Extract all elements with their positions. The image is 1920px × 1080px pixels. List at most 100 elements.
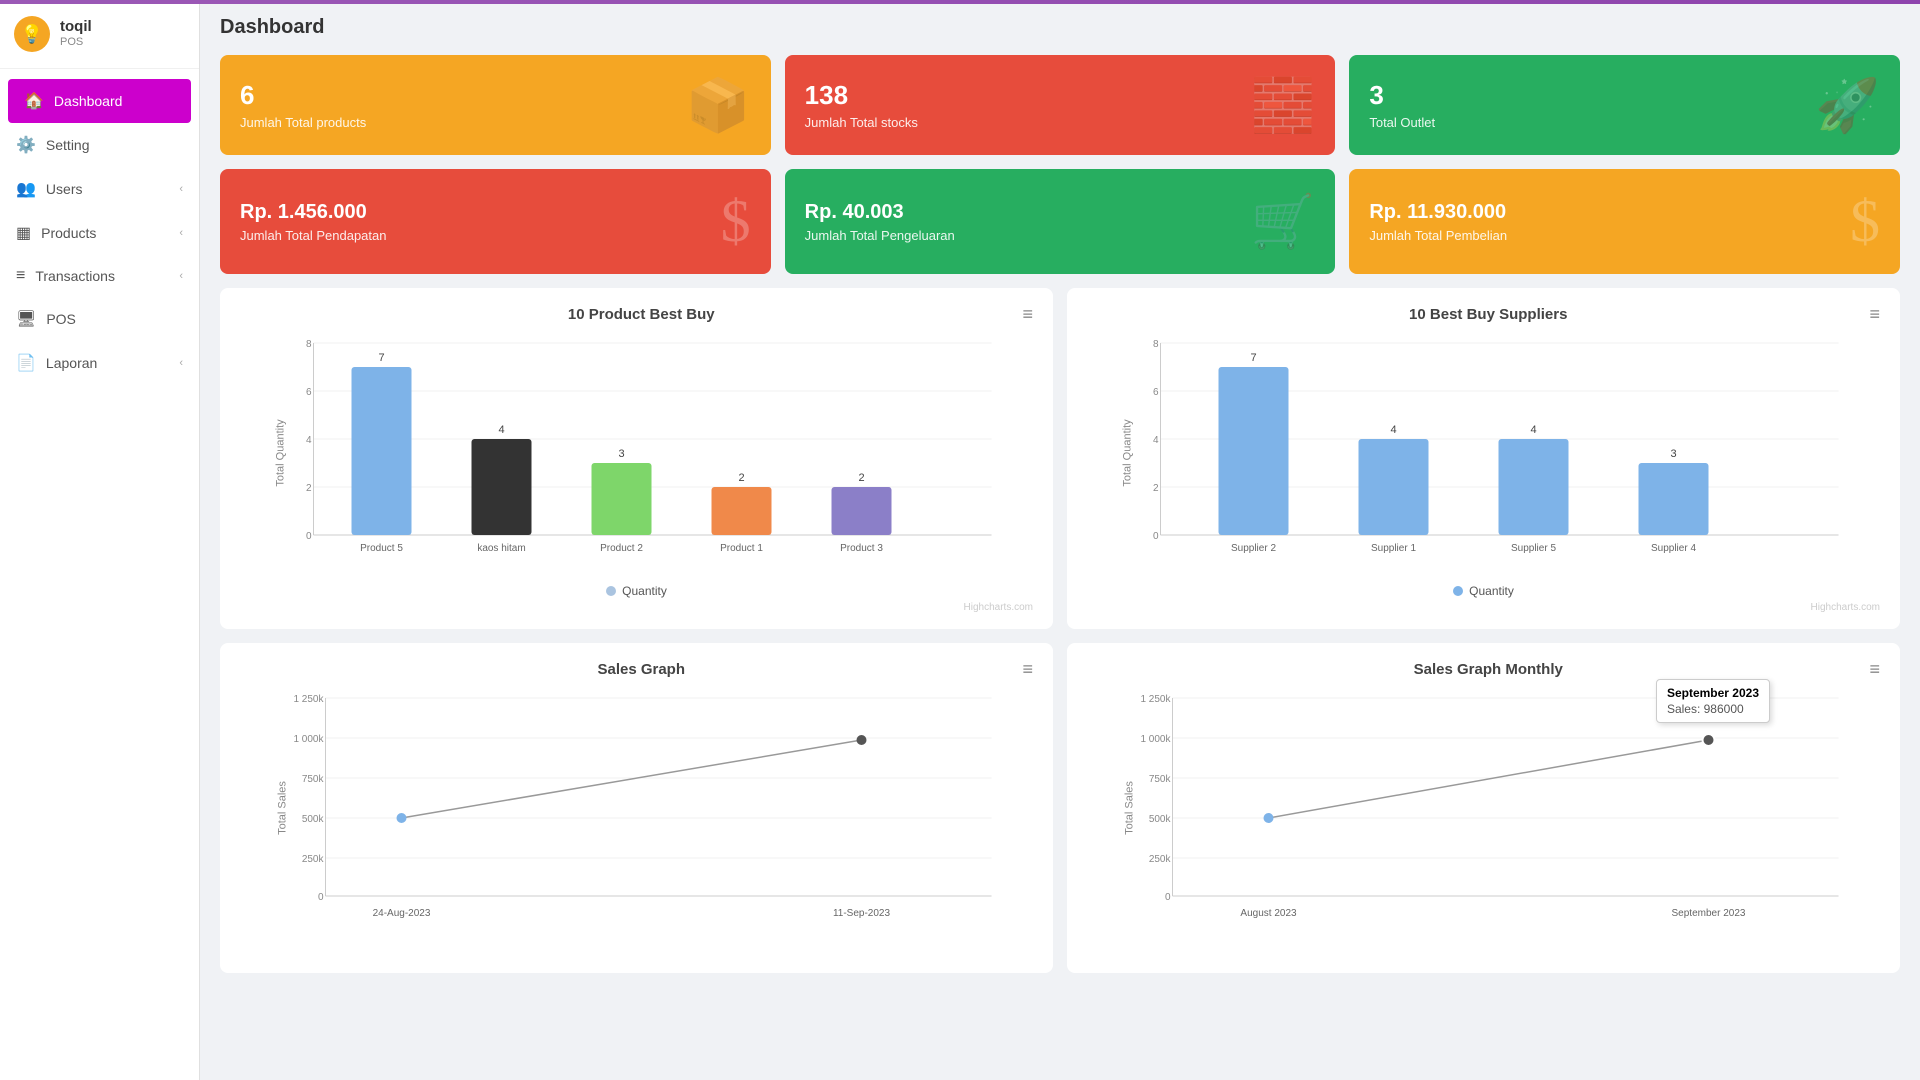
svg-text:Product 3: Product 3 (840, 543, 883, 554)
svg-text:4: 4 (1153, 435, 1159, 446)
chart-sales-monthly-svg: Total Sales 1 250k 1 000k 750k 500k 250k… (1087, 688, 1880, 928)
svg-text:Supplier 5: Supplier 5 (1511, 543, 1556, 554)
chart-sales-monthly-menu[interactable]: ≡ (1869, 659, 1880, 680)
svg-text:Total Sales: Total Sales (1124, 781, 1136, 835)
svg-text:2: 2 (858, 472, 864, 484)
svg-text:750k: 750k (1149, 774, 1172, 785)
svg-text:1 000k: 1 000k (293, 734, 324, 745)
dashboard-icon: 🏠 (24, 91, 44, 111)
card-total-pengeluaran: Rp. 40.003 Jumlah Total Pengeluaran 🛒 (785, 169, 1336, 274)
sidebar-item-transactions[interactable]: ≡ Transactions ‹ (0, 255, 199, 297)
sidebar-item-users-label: Users (46, 181, 83, 197)
svg-text:September 2023: September 2023 (1672, 908, 1746, 919)
svg-text:Product 5: Product 5 (360, 543, 403, 554)
svg-text:3: 3 (618, 448, 624, 460)
card-total-products-value: 6 (240, 80, 366, 111)
sidebar-item-transactions-label: Transactions (35, 268, 115, 284)
svg-text:0: 0 (318, 892, 324, 903)
app-name: toqil (60, 18, 92, 36)
transactions-chevron-icon: ‹ (179, 270, 183, 282)
card-total-pembelian-value: Rp. 11.930.000 (1369, 201, 1507, 224)
legend-dot-suppliers-quantity (1453, 586, 1463, 596)
chart-best-buy-menu[interactable]: ≡ (1022, 304, 1033, 325)
card-total-pembelian: Rp. 11.930.000 Jumlah Total Pembelian $ (1349, 169, 1900, 274)
sidebar-item-products[interactable]: ▦ Products ‹ (0, 211, 199, 255)
chart-best-buy-credit: Highcharts.com (240, 602, 1033, 613)
tooltip-value: Sales: 986000 (1667, 702, 1759, 716)
svg-text:3: 3 (1670, 448, 1676, 460)
laporan-chevron-icon: ‹ (179, 357, 183, 369)
card-total-stocks-value: 138 (805, 80, 918, 111)
sidebar-item-users[interactable]: 👥 Users ‹ (0, 167, 199, 211)
products-icon: ▦ (16, 223, 31, 243)
sidebar-item-pos-label: POS (46, 311, 76, 327)
users-chevron-icon: ‹ (179, 183, 183, 195)
svg-text:250k: 250k (302, 854, 325, 865)
svg-text:0: 0 (1165, 892, 1171, 903)
svg-text:2: 2 (306, 483, 312, 494)
svg-text:4: 4 (306, 435, 312, 446)
legend-quantity-label: Quantity (622, 584, 667, 598)
laporan-icon: 📄 (16, 353, 36, 373)
users-icon: 👥 (16, 179, 36, 199)
card-total-outlet-value: 3 (1369, 80, 1435, 111)
svg-text:Supplier 4: Supplier 4 (1651, 543, 1696, 554)
sidebar-item-laporan-label: Laporan (46, 355, 97, 371)
pos-icon: 🖥 (16, 309, 36, 329)
card-total-outlet-label: Total Outlet (1369, 115, 1435, 130)
logo-icon: 💡 (14, 16, 50, 52)
chart-best-buy-svg: Total Quantity 8 6 4 2 0 7 Product 5 (240, 333, 1033, 573)
sidebar-item-setting[interactable]: ⚙️ Setting (0, 123, 199, 167)
app-module: POS (60, 36, 92, 49)
chart-best-suppliers: 10 Best Buy Suppliers ≡ Total Quantity 8… (1067, 288, 1900, 629)
svg-text:Product 2: Product 2 (600, 543, 643, 554)
app-logo: 💡 toqil POS (0, 0, 199, 69)
card-total-products-label: Jumlah Total products (240, 115, 366, 130)
cards-row-1: 6 Jumlah Total products 📦 138 Jumlah Tot… (220, 55, 1900, 155)
charts-row-1: 10 Product Best Buy ≡ Total Quantity 8 6… (220, 288, 1900, 629)
chart-sales-monthly-title: Sales Graph Monthly (1107, 661, 1869, 678)
card-total-pengeluaran-value: Rp. 40.003 (805, 201, 955, 224)
chart-best-suppliers-menu[interactable]: ≡ (1869, 304, 1880, 325)
chart-sales-svg: Total Sales 1 250k 1 000k 750k 500k 250k… (240, 688, 1033, 928)
chart-best-suppliers-legend: Quantity (1087, 584, 1880, 598)
svg-text:kaos hitam: kaos hitam (477, 543, 525, 554)
chart-best-suppliers-credit: Highcharts.com (1087, 602, 1880, 613)
setting-icon: ⚙️ (16, 135, 36, 155)
sidebar-item-setting-label: Setting (46, 137, 90, 153)
svg-text:4: 4 (1530, 424, 1536, 436)
card-total-pendapatan-value: Rp. 1.456.000 (240, 201, 386, 224)
cards-row-2: Rp. 1.456.000 Jumlah Total Pendapatan $ … (220, 169, 1900, 274)
sidebar: 💡 toqil POS 🏠 Dashboard ⚙️ Setting 👥 Use… (0, 0, 200, 1080)
svg-text:7: 7 (378, 352, 384, 364)
card-total-pendapatan-label: Jumlah Total Pendapatan (240, 228, 386, 243)
card-total-products: 6 Jumlah Total products 📦 (220, 55, 771, 155)
chart-sales-monthly: Sales Graph Monthly ≡ September 2023 Sal… (1067, 643, 1900, 973)
card-total-pengeluaran-label: Jumlah Total Pengeluaran (805, 228, 955, 243)
svg-text:Total Sales: Total Sales (277, 781, 289, 835)
chart-best-buy-title: 10 Product Best Buy (260, 306, 1022, 323)
sidebar-item-dashboard[interactable]: 🏠 Dashboard (8, 79, 191, 123)
svg-text:7: 7 (1250, 352, 1256, 364)
card-total-products-icon: 📦 (686, 75, 751, 136)
svg-text:750k: 750k (302, 774, 325, 785)
sidebar-nav: 🏠 Dashboard ⚙️ Setting 👥 Users ‹ ▦ Produ… (0, 69, 199, 1080)
svg-text:6: 6 (306, 387, 312, 398)
sidebar-item-laporan[interactable]: 📄 Laporan ‹ (0, 341, 199, 385)
sidebar-item-dashboard-label: Dashboard (54, 93, 123, 109)
svg-text:Supplier 2: Supplier 2 (1231, 543, 1276, 554)
transactions-icon: ≡ (16, 267, 25, 285)
chart-sales: Sales Graph ≡ Total Sales 1 250k 1 000k … (220, 643, 1053, 973)
svg-text:Supplier 1: Supplier 1 (1371, 543, 1416, 554)
svg-text:2: 2 (1153, 483, 1159, 494)
card-total-stocks-icon: 🧱 (1251, 75, 1316, 136)
card-total-outlet: 3 Total Outlet 🚀 (1349, 55, 1900, 155)
card-total-pembelian-label: Jumlah Total Pembelian (1369, 228, 1507, 243)
card-total-pendapatan-icon: $ (721, 187, 751, 256)
chart-sales-menu[interactable]: ≡ (1022, 659, 1033, 680)
page-title: Dashboard (220, 16, 1900, 39)
svg-text:250k: 250k (1149, 854, 1172, 865)
svg-text:2: 2 (738, 472, 744, 484)
sidebar-item-pos[interactable]: 🖥 POS (0, 297, 199, 341)
svg-text:8: 8 (306, 339, 312, 350)
